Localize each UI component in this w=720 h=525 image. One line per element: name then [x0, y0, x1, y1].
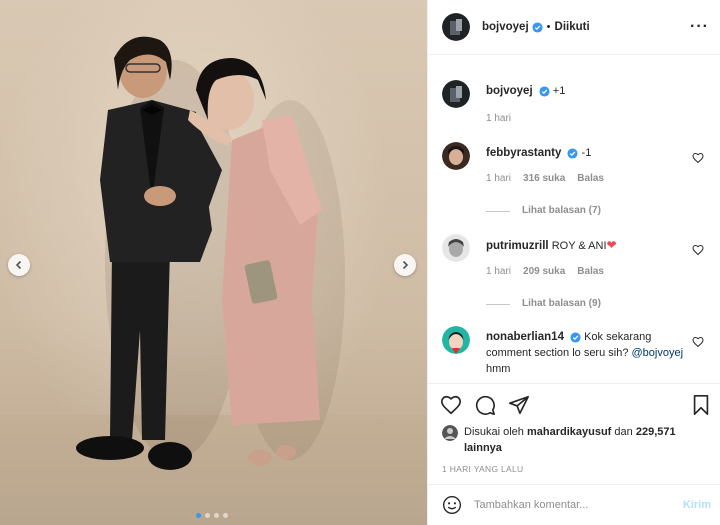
- comment-item: nonaberlian14 Kok sekarang comment secti…: [442, 326, 704, 382]
- follow-separator: •: [546, 21, 551, 33]
- emoji-smiley-icon[interactable]: [442, 495, 462, 515]
- carousel-dot: [223, 513, 228, 518]
- carousel-indicator: [196, 513, 228, 518]
- verified-badge-icon: [532, 21, 543, 33]
- comment-username[interactable]: putrimuzrill: [486, 240, 549, 252]
- view-replies-label: Lihat balasan (9): [522, 298, 601, 309]
- caption: bojvoyej +1 1 hari: [442, 80, 704, 130]
- view-replies-button[interactable]: Lihat balasan (9): [486, 296, 686, 312]
- verified-badge-icon: [567, 148, 579, 159]
- commenter-avatar[interactable]: [442, 326, 470, 354]
- replies-divider: [486, 210, 510, 212]
- comment-likes[interactable]: 316 suka: [523, 171, 565, 187]
- caption-username[interactable]: bojvoyej: [486, 85, 533, 97]
- comment-likes[interactable]: 209 suka: [523, 264, 565, 280]
- comment-time: 1 hari: [486, 266, 512, 277]
- view-replies-button[interactable]: Lihat balasan (7): [486, 203, 686, 219]
- comment-username[interactable]: febbyrastanty: [486, 147, 561, 159]
- commenter-avatar[interactable]: [442, 234, 470, 262]
- post-actions: Disukai oleh mahardikayusuf dan 229,571 …: [428, 383, 720, 483]
- reply-button[interactable]: Balas: [577, 171, 604, 187]
- like-heart-icon[interactable]: [440, 394, 462, 416]
- caption-time: 1 hari: [486, 113, 512, 124]
- carousel-dot: [214, 513, 219, 518]
- verified-badge-icon: [539, 86, 550, 97]
- liker-avatar[interactable]: [442, 425, 458, 441]
- author-avatar[interactable]: [442, 13, 470, 41]
- chevron-right-icon: [402, 260, 409, 270]
- reply-button[interactable]: Balas: [577, 264, 604, 280]
- like-comment-heart-icon[interactable]: [692, 336, 704, 348]
- carousel-prev-button[interactable]: [8, 254, 30, 276]
- replies-divider: [486, 303, 510, 305]
- post-details-panel: bojvoyej • Diikuti ··· bojvoyej +1 1 har…: [427, 0, 720, 525]
- comment-item: putrimuzrill ROY & ANI❤ 1 hari 209 suka …: [442, 234, 704, 314]
- likes-summary: Disukai oleh mahardikayusuf dan 229,571 …: [442, 424, 694, 456]
- following-button[interactable]: Diikuti: [555, 21, 590, 33]
- carousel-dot: [205, 513, 210, 518]
- more-options-icon[interactable]: ···: [690, 18, 709, 36]
- likes-prefix: Disukai oleh: [464, 426, 524, 438]
- comment-item: febbyrastanty -1 1 hari 316 suka Balas L…: [442, 142, 704, 222]
- carousel-next-button[interactable]: [394, 254, 416, 276]
- comment-text: ROY & ANI: [551, 240, 607, 252]
- liker-username[interactable]: mahardikayusuf: [527, 426, 611, 438]
- comment-bubble-icon[interactable]: [474, 394, 496, 416]
- post-header: bojvoyej • Diikuti ···: [428, 0, 720, 55]
- post-comment-button[interactable]: Kirim: [683, 499, 711, 511]
- comment-username[interactable]: nonaberlian14: [486, 331, 564, 343]
- like-comment-heart-icon[interactable]: [692, 244, 704, 256]
- comment-mention[interactable]: @bojvoyej: [632, 347, 684, 359]
- comment-time: 1 hari: [486, 173, 512, 184]
- comment-text: -1: [581, 147, 592, 159]
- author-avatar[interactable]: [442, 80, 470, 108]
- like-comment-heart-icon[interactable]: [692, 152, 704, 164]
- photo-people-illustration: [76, 36, 345, 470]
- share-paper-plane-icon[interactable]: [508, 394, 530, 416]
- chevron-left-icon: [15, 260, 22, 270]
- verified-badge-icon: [570, 332, 581, 343]
- view-replies-label: Lihat balasan (7): [522, 205, 601, 216]
- carousel-dot: [196, 513, 201, 518]
- save-bookmark-icon[interactable]: [691, 394, 711, 416]
- heart-emoji: ❤: [606, 238, 617, 252]
- comment-composer: Kirim: [428, 484, 720, 525]
- likes-joiner: dan: [614, 426, 633, 438]
- caption-text: +1: [552, 85, 566, 97]
- post-timestamp[interactable]: 1 HARI YANG LALU: [442, 464, 524, 474]
- post-photo[interactable]: [0, 0, 427, 525]
- author-username[interactable]: bojvoyej: [482, 21, 529, 33]
- commenter-avatar[interactable]: [442, 142, 470, 170]
- comment-input[interactable]: [474, 499, 664, 511]
- comment-text-after: hmm: [486, 363, 511, 375]
- comments-list[interactable]: bojvoyej +1 1 hari febbyrastanty -1 1 ha…: [428, 56, 720, 382]
